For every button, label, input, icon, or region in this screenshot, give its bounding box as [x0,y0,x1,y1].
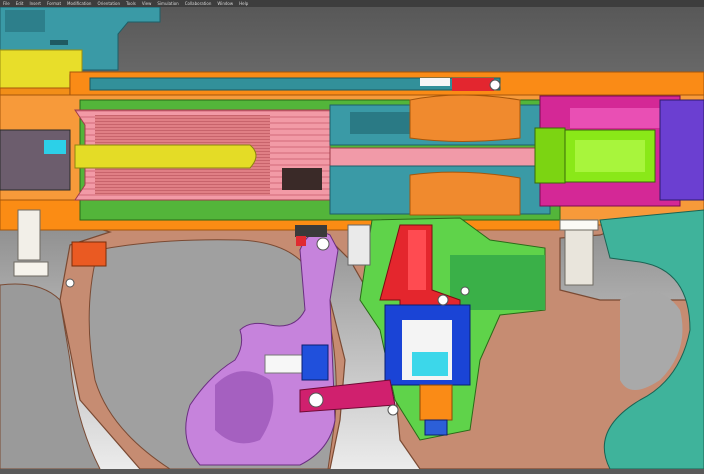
menu-item-edit[interactable]: Edit [16,1,24,6]
menu-item-modification[interactable]: Modification [67,1,91,6]
menu-item-help[interactable]: Help [239,1,248,6]
menu-item-collaboration[interactable]: Collaboration [185,1,212,6]
menu-item-simulation[interactable]: Simulation [157,1,178,6]
menu-item-view[interactable]: View [142,1,152,6]
menu-item-file[interactable]: File [3,1,10,6]
menu-item-format[interactable]: Format [47,1,61,6]
cad-viewport[interactable]: File Edit Insert Format Modification Ori… [0,0,704,470]
menu-item-tools[interactable]: Tools [126,1,136,6]
menu-item-insert[interactable]: Insert [29,1,40,6]
menu-item-orientation[interactable]: Orientation [97,1,120,6]
menu-bar: File Edit Insert Format Modification Ori… [0,0,704,7]
firing-pin [74,144,257,169]
menu-item-window[interactable]: Window [217,1,233,6]
cad-section-view[interactable] [0,0,704,470]
